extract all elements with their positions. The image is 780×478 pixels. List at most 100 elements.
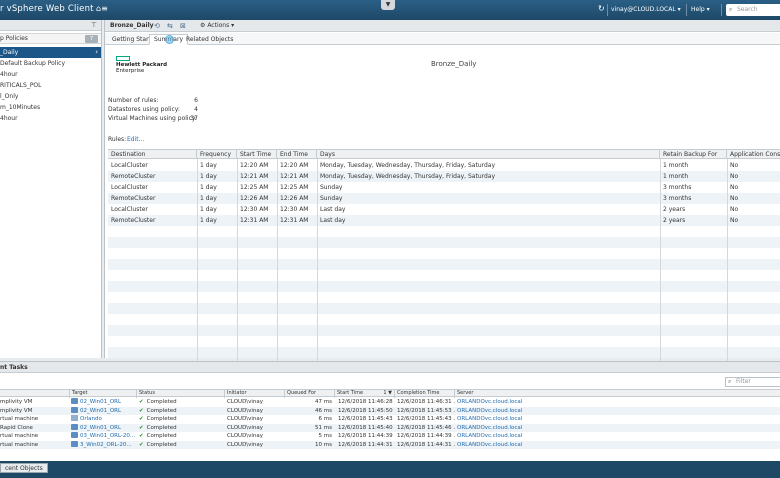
task-server[interactable]: ORLANDOvc.cloud.local (457, 432, 557, 441)
task-completion: 12/6/2018 11:44:39 ... (397, 433, 455, 439)
task-server[interactable]: ORLANDOvc.cloud.local (457, 398, 557, 407)
navigator-header: ⊤ (0, 20, 101, 31)
table-cell: 12:20 AM (280, 162, 309, 169)
table-row (108, 314, 780, 325)
task-status: ✔ Completed (139, 424, 224, 433)
search-icon: ⌕ (728, 378, 732, 385)
actions-menu[interactable]: ⚙ Actions ▾ (197, 22, 237, 30)
task-row[interactable]: mplivity VM 02_Win01_ORL ✔ Completed CLOUD\v… (0, 398, 780, 407)
header-divider (607, 4, 608, 16)
policy-item[interactable]: 4hour (0, 113, 101, 124)
task-target[interactable]: 02_Win01_ORL (71, 398, 136, 407)
column-divider (727, 159, 728, 381)
filter-input[interactable]: ⌕ Filter (725, 377, 780, 387)
table-row (108, 259, 780, 270)
column-header[interactable]: Start Time 1 ▼ (335, 390, 395, 398)
table-row[interactable]: LocalCluster 1 day 12:20 AM 12:20 AM Monday,… (108, 160, 780, 171)
task-target[interactable]: Orlando (71, 415, 136, 424)
task-target[interactable]: 03_Win01_ORL-20... (71, 432, 136, 441)
edit-rules-link[interactable]: Edit... (127, 136, 144, 143)
help-menu[interactable]: Help ▾ (691, 6, 710, 13)
column-header[interactable]: Completion Time (395, 390, 455, 398)
policy-item-label: l_Only (0, 93, 19, 100)
user-menu[interactable]: vinay@CLOUD.LOCAL ▾ (611, 6, 681, 13)
task-queued: 6 ms (318, 416, 332, 422)
column-header[interactable]: Status (137, 390, 225, 398)
table-cell: 12:26 AM (240, 195, 269, 202)
search-input[interactable]: ⌕ Search (726, 4, 780, 16)
table-cell: RemoteCluster (111, 195, 156, 202)
home-icon[interactable]: ⌂≡ (96, 4, 108, 13)
task-start: 12/6/2018 11:44:31 ... (338, 441, 395, 448)
column-header[interactable]: Application Consistent (727, 150, 780, 159)
column-header[interactable]: Initiator (225, 390, 285, 398)
task-target-label: Orlando (80, 416, 102, 422)
task-completion: 12/6/2018 11:44:31 ... (397, 441, 455, 448)
task-target[interactable]: 02_Win01_ORL (71, 423, 136, 433)
policy-item-bronze-daily[interactable]: _Daily › (0, 47, 101, 58)
table-row[interactable]: LocalCluster 1 day 12:25 AM 12:25 AM Sunday 3… (108, 182, 780, 193)
column-header[interactable]: Frequency (197, 150, 237, 159)
task-row[interactable]: rtual machine 3_Win02_ORL-20... ✔ Completed… (0, 440, 780, 450)
column-header[interactable]: Queued For (285, 390, 335, 398)
table-row (108, 292, 780, 303)
column-header[interactable] (0, 390, 70, 398)
policy-item[interactable]: RITICALS_POL (0, 80, 101, 91)
table-row (108, 270, 780, 281)
task-status-label: Completed (146, 399, 177, 405)
logo-line-2: Enterprise (116, 68, 145, 74)
task-initiator: CLOUD\vinay (227, 424, 264, 431)
column-header[interactable]: End Time (277, 150, 317, 159)
policy-item[interactable]: m_10Minutes (0, 102, 101, 113)
task-target[interactable]: 02_Win01_ORL (71, 406, 136, 416)
policy-item[interactable]: Default Backup Policy (0, 58, 101, 69)
pin-icon[interactable]: ⊤ (91, 21, 97, 29)
policy-item[interactable]: l_Only (0, 91, 101, 102)
refresh-icon[interactable]: ↻ (598, 4, 605, 13)
table-row[interactable]: RemoteCluster 1 day 12:21 AM 12:21 AM Monday… (108, 171, 780, 182)
task-row[interactable]: rtual machine 03_Win01_ORL-20... ✔ Complete… (0, 432, 780, 441)
task-name: mplivity VM (0, 399, 33, 405)
policy-item-label: Default Backup Policy (0, 60, 65, 67)
column-header[interactable]: Retain Backup For (660, 150, 727, 159)
stat-value: 4 (194, 106, 198, 113)
chevron-down-icon[interactable]: ▼ (381, 0, 395, 10)
table-cell: LocalCluster (111, 184, 148, 191)
task-server[interactable]: ORLANDOvc.cloud.local (457, 424, 557, 433)
column-header[interactable]: Days (317, 150, 660, 159)
column-header[interactable]: Destination (108, 150, 197, 159)
task-server[interactable]: ORLANDOvc.cloud.local (457, 441, 557, 450)
table-row[interactable]: RemoteCluster 1 day 12:31 AM 12:31 AM Last d… (108, 215, 780, 226)
tab-related-objects[interactable]: Related Objects (181, 34, 238, 45)
policy-item-label: _Daily (0, 49, 19, 56)
rule-icon[interactable]: ⟲ (154, 20, 160, 32)
task-row[interactable]: Rapid Clone 02_Win01_ORL ✔ Completed CLOUD\v… (0, 423, 780, 433)
task-queued: 5 ms (318, 433, 332, 439)
task-status-label: Completed (146, 407, 177, 414)
edit-icon[interactable]: ⇆ (167, 20, 173, 32)
task-server[interactable]: ORLANDOvc.cloud.local (457, 415, 557, 424)
column-divider (277, 159, 278, 381)
rules-table-header: Destination Frequency Start Time End Tim… (108, 150, 780, 159)
column-header-label: Start Time (337, 390, 364, 396)
table-row[interactable]: LocalCluster 1 day 12:30 AM 12:30 AM Last da… (108, 204, 780, 215)
tab-bar: Getting Started Summary Related Objects (105, 33, 780, 45)
table-row[interactable]: RemoteCluster 1 day 12:26 AM 12:26 AM Sunday… (108, 193, 780, 204)
policy-item[interactable]: 4hour (0, 69, 101, 80)
task-row[interactable]: rtual machine Orlando ✔ Completed CLOUD\vina… (0, 415, 780, 424)
column-header[interactable]: Server (455, 390, 780, 398)
gear-icon: ⚙ (200, 22, 206, 29)
column-header[interactable]: Target (70, 390, 137, 398)
task-initiator: CLOUD\vinay (227, 441, 264, 448)
column-header[interactable]: Start Time (237, 150, 277, 159)
table-cell: No (730, 217, 739, 224)
table-cell: 12:30 AM (240, 206, 269, 213)
breadcrumb-label: p Policies (0, 35, 28, 42)
delete-icon[interactable]: ⊠ (180, 20, 186, 32)
task-row[interactable]: mplivity VM 02_Win01_ORL ✔ Completed CLOUD\v… (0, 406, 780, 416)
task-server[interactable]: ORLANDOvc.cloud.local (457, 407, 557, 416)
task-target[interactable]: 3_Win02_ORL-20... (71, 440, 136, 450)
navigator-breadcrumb[interactable]: p Policies 7 (0, 33, 101, 44)
table-cell: RemoteCluster (111, 173, 156, 180)
recent-objects-tab[interactable]: cent Objects (0, 463, 48, 473)
